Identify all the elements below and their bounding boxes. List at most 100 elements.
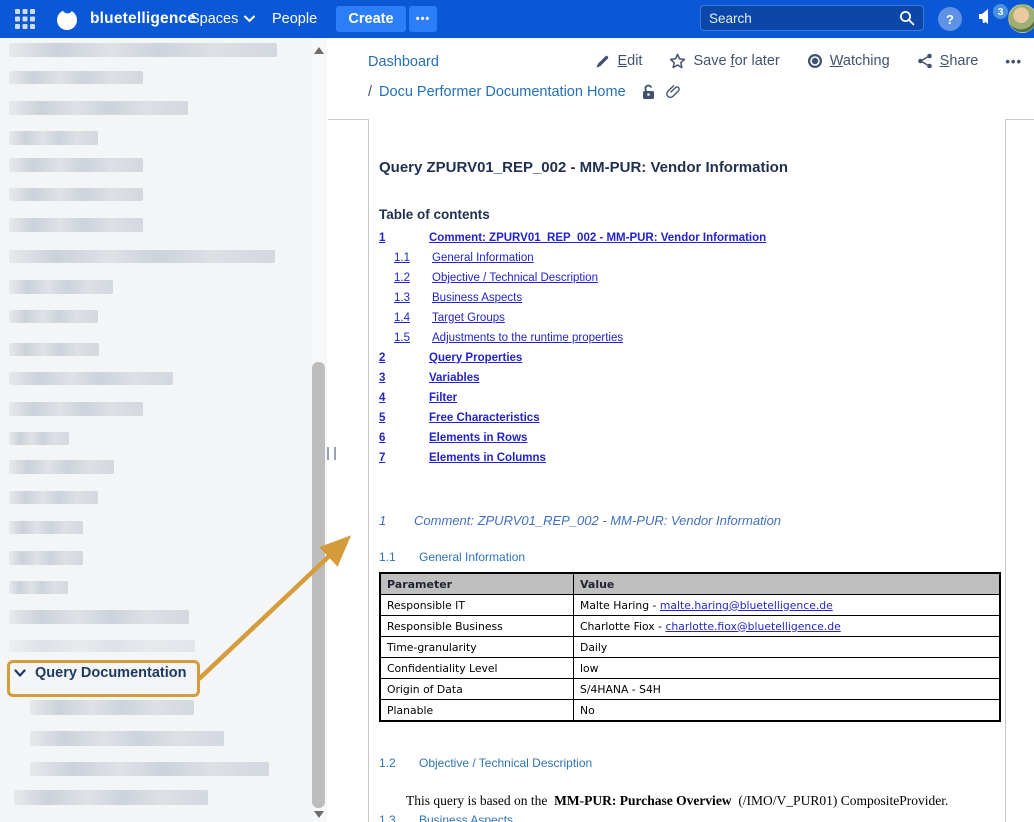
brand-logo-icon[interactable] bbox=[54, 0, 82, 38]
search-input[interactable] bbox=[701, 11, 899, 26]
sidebar-skeleton-item bbox=[9, 432, 69, 445]
navbar-more-button[interactable]: ••• bbox=[409, 6, 437, 32]
toc-entry-number[interactable]: 2 bbox=[379, 352, 385, 364]
nav-spaces[interactable]: Spaces bbox=[190, 0, 255, 38]
sidebar-skeleton-item bbox=[9, 131, 98, 145]
toc-entry-link[interactable]: Variables bbox=[429, 372, 480, 384]
toc-entry-link[interactable]: Filter bbox=[429, 392, 457, 404]
toc-entry-number[interactable]: 1 bbox=[379, 232, 385, 244]
sidebar-resize-handle[interactable] bbox=[327, 447, 336, 460]
sidebar-item-query-documentation[interactable]: Query Documentation bbox=[14, 665, 186, 681]
section-heading-1-3: 1.3Business Aspects bbox=[379, 813, 513, 822]
parameter-cell: Responsible Business bbox=[380, 616, 574, 637]
table-row: PlanableNo bbox=[380, 700, 1000, 722]
parameter-cell: Confidentiality Level bbox=[380, 658, 574, 679]
sidebar-skeleton-item bbox=[30, 762, 269, 776]
value-cell: S/4HANA - S4H bbox=[574, 679, 1001, 700]
toc-entry-link[interactable]: Target Groups bbox=[432, 312, 505, 324]
search-box[interactable] bbox=[700, 5, 924, 31]
watching-button[interactable]: Watching bbox=[807, 53, 890, 69]
breadcrumb-current-page[interactable]: Docu Performer Documentation Home bbox=[379, 84, 626, 100]
sidebar-skeleton-item bbox=[9, 158, 143, 172]
toc-entry: 1.1 General Information bbox=[379, 252, 994, 272]
share-button[interactable]: Share bbox=[917, 53, 979, 69]
edit-button[interactable]: Edit bbox=[595, 53, 642, 69]
toc-entry-number[interactable]: 1.1 bbox=[394, 252, 410, 264]
chevron-down-icon bbox=[244, 15, 255, 23]
sidebar-scrollbar-thumb[interactable] bbox=[312, 362, 325, 808]
toc-entry-link[interactable]: Elements in Rows bbox=[429, 432, 527, 444]
toc-entry-number[interactable]: 1.2 bbox=[394, 272, 410, 284]
sidebar-skeleton-item bbox=[9, 188, 143, 201]
toc-entry: 1.5 Adjustments to the runtime properties bbox=[379, 332, 994, 352]
toc-entry-number[interactable]: 1.4 bbox=[394, 312, 410, 324]
scrollbar-up-arrow[interactable] bbox=[312, 44, 325, 57]
toc-entry-link[interactable]: Business Aspects bbox=[432, 292, 522, 304]
table-row: Responsible ITMalte Haring - malte.harin… bbox=[380, 595, 1000, 616]
top-navbar: bluetelligence Spaces People Create ••• … bbox=[0, 0, 1034, 38]
sidebar-skeleton-item bbox=[9, 280, 113, 294]
help-icon[interactable]: ? bbox=[938, 7, 962, 31]
toc-entry-number[interactable]: 7 bbox=[379, 452, 385, 464]
notifications-icon[interactable]: 3 bbox=[976, 6, 1010, 34]
toc-entry-number[interactable]: 5 bbox=[379, 412, 385, 424]
sidebar-skeleton-item bbox=[9, 581, 68, 594]
confluence-window: bluetelligence Spaces People Create ••• … bbox=[0, 0, 1034, 822]
sidebar-item-label: Query Documentation bbox=[35, 665, 186, 681]
toc-entry-number[interactable]: 1.5 bbox=[394, 332, 410, 344]
scrollbar-down-arrow[interactable] bbox=[312, 808, 325, 821]
table-row: Origin of DataS/4HANA - S4H bbox=[380, 679, 1000, 700]
toc-entry-link[interactable]: Objective / Technical Description bbox=[432, 272, 598, 284]
sidebar-skeleton-item bbox=[9, 71, 143, 84]
value-cell: Daily bbox=[574, 637, 1001, 658]
value-cell: Charlotte Fiox - charlotte.fiox@bluetell… bbox=[574, 616, 1001, 637]
email-link[interactable]: malte.haring@bluetelligence.de bbox=[660, 599, 833, 612]
sidebar-skeleton-item bbox=[9, 640, 195, 652]
unlock-icon[interactable] bbox=[641, 84, 656, 100]
toc-entry-link[interactable]: Adjustments to the runtime properties bbox=[432, 332, 623, 344]
section-heading-1-1: 1.1General Information bbox=[379, 550, 525, 564]
toc-entry: 1.4 Target Groups bbox=[379, 312, 994, 332]
email-link[interactable]: charlotte.fiox@bluetelligence.de bbox=[665, 620, 840, 633]
toc-entry-number[interactable]: 1.3 bbox=[394, 292, 410, 304]
toc-entry: 1.3 Business Aspects bbox=[379, 292, 994, 312]
sidebar-skeleton-item bbox=[9, 250, 275, 263]
chevron-down-icon bbox=[14, 669, 26, 678]
create-button[interactable]: Create bbox=[336, 6, 406, 32]
save-for-later-button[interactable]: Save for later bbox=[669, 53, 779, 69]
toc-entry-link[interactable]: Elements in Columns bbox=[429, 452, 546, 464]
toc-heading: Table of contents bbox=[379, 207, 490, 222]
pencil-icon bbox=[595, 54, 610, 69]
notification-count-badge: 3 bbox=[992, 3, 1009, 20]
toc-entry-link[interactable]: General Information bbox=[432, 252, 534, 264]
page-more-actions-button[interactable]: ••• bbox=[1005, 54, 1022, 69]
sidebar-skeleton-item bbox=[9, 43, 277, 57]
sidebar-skeleton-item bbox=[9, 460, 114, 474]
column-header-parameter: Parameter bbox=[380, 573, 574, 595]
toc-entry: 6 Elements in Rows bbox=[379, 432, 994, 452]
sidebar-skeleton-item bbox=[30, 700, 194, 715]
breadcrumb-dashboard[interactable]: Dashboard bbox=[368, 54, 439, 70]
brand-name[interactable]: bluetelligence bbox=[90, 0, 196, 38]
app-switcher-icon[interactable] bbox=[14, 0, 38, 38]
sidebar-skeleton-item bbox=[9, 402, 143, 416]
sidebar-skeleton-item bbox=[9, 372, 173, 385]
toc-entry-link[interactable]: Query Properties bbox=[429, 352, 522, 364]
column-header-value: Value bbox=[574, 573, 1001, 595]
user-avatar[interactable] bbox=[1008, 4, 1034, 33]
sidebar-skeleton-item bbox=[9, 218, 143, 232]
toc-entry-number[interactable]: 4 bbox=[379, 392, 385, 404]
paperclip-icon[interactable] bbox=[666, 84, 681, 100]
table-row: Confidentiality Levellow bbox=[380, 658, 1000, 679]
toc-entry-number[interactable]: 3 bbox=[379, 372, 385, 384]
table-header-row: Parameter Value bbox=[380, 573, 1000, 595]
star-icon bbox=[669, 53, 686, 69]
breadcrumb-separator: / bbox=[368, 84, 372, 100]
toc-entry-link[interactable]: Free Characteristics bbox=[429, 412, 540, 424]
toc-entry-link[interactable]: Comment: ZPURV01_REP_002 - MM-PUR: Vendo… bbox=[429, 232, 766, 244]
table-row: Time-granularityDaily bbox=[380, 637, 1000, 658]
search-icon[interactable] bbox=[899, 10, 915, 26]
toc-entry-number[interactable]: 6 bbox=[379, 432, 385, 444]
nav-people[interactable]: People bbox=[272, 0, 317, 38]
sidebar-skeleton-item bbox=[9, 101, 188, 115]
